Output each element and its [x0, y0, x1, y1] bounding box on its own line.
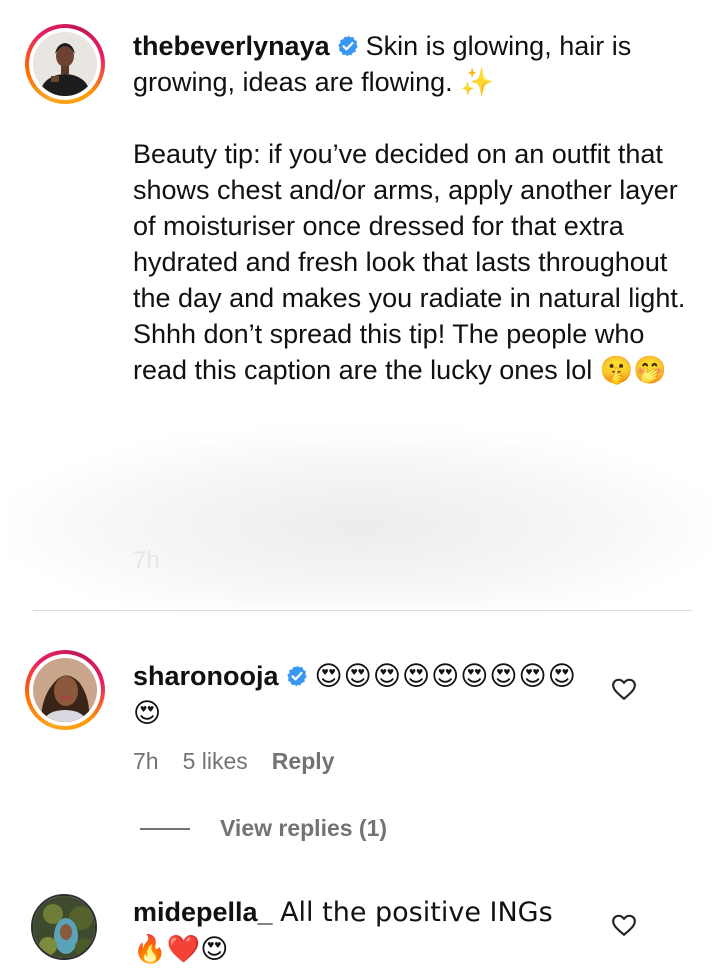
avatar-photo [33, 32, 97, 96]
post-username[interactable]: thebeverlynaya [133, 31, 330, 61]
heart-outline-icon[interactable] [611, 912, 637, 938]
post-author-avatar[interactable] [25, 24, 105, 104]
post-timestamp: 7h [133, 547, 160, 574]
comment-avatar[interactable] [31, 894, 97, 960]
comment-likes[interactable]: 5 likes [183, 748, 248, 775]
comment-meta: 7h 5 likes Reply [133, 748, 358, 775]
comment-time: 7h [133, 748, 159, 774]
comment-username[interactable]: sharonooja [133, 661, 279, 691]
avatar-photo [33, 658, 97, 722]
reply-button[interactable]: Reply [272, 748, 335, 775]
view-replies-label: View replies (1) [220, 815, 388, 841]
verified-badge-icon [286, 665, 307, 687]
comment-username[interactable]: midepella_ [133, 897, 273, 927]
verified-badge-icon [337, 35, 358, 57]
view-replies-button[interactable]: View replies (1) [140, 815, 387, 842]
divider [33, 610, 692, 611]
post-caption-text: Skin is glowing, hair is growing, ideas … [133, 31, 686, 385]
view-replies-line [140, 827, 190, 830]
avatar-photo [33, 896, 95, 958]
post-caption: thebeverlynaya Skin is glowing, hair is g… [133, 28, 693, 388]
comment-body: sharonooja 😍😍😍😍😍😍😍😍😍😍 [133, 658, 593, 732]
comment-body: midepella_ All the positive INGs 🔥❤️😍 [133, 894, 593, 968]
blurred-overlay [10, 430, 710, 605]
comment-avatar[interactable] [25, 650, 105, 730]
heart-outline-icon[interactable] [611, 676, 637, 702]
